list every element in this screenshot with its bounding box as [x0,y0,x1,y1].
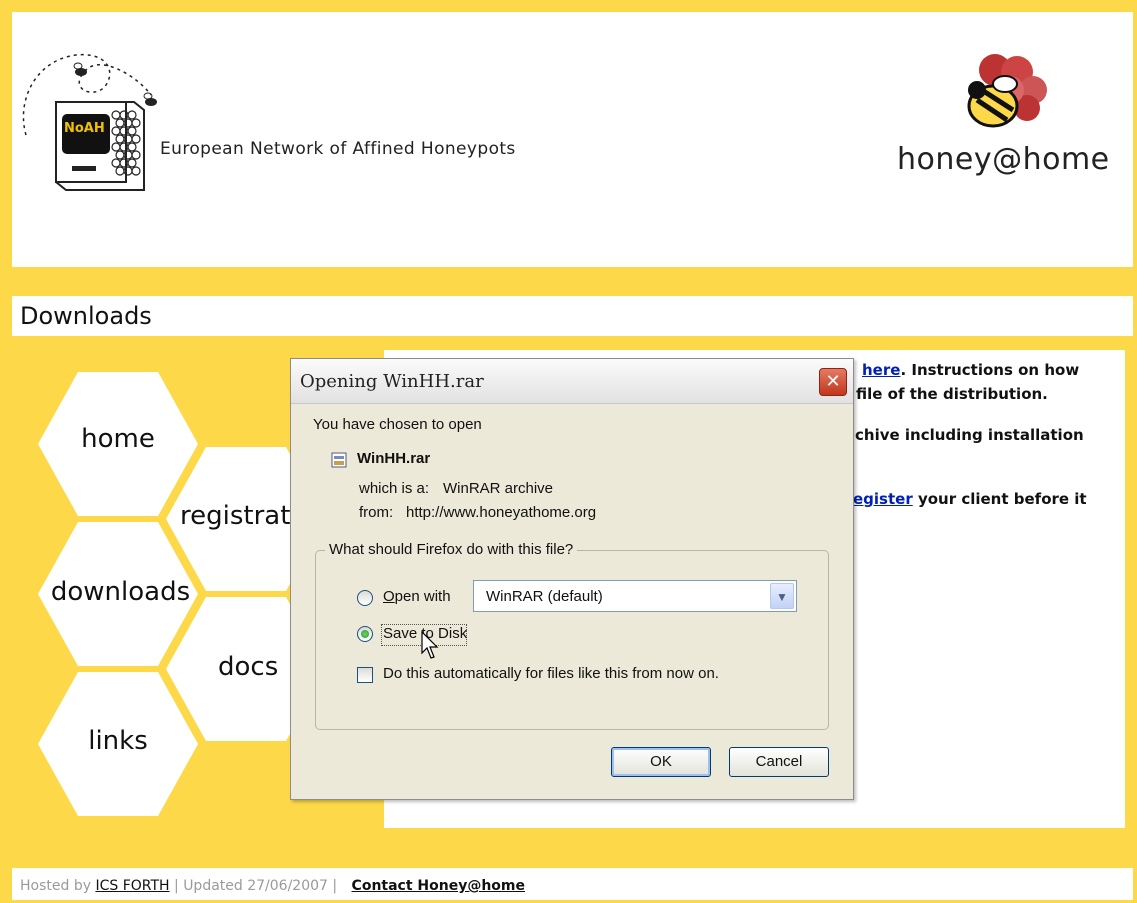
header-title: European Network of Affined Honeypots [160,139,516,159]
open-with-label-text: pen with [394,588,451,605]
footer-host-link[interactable]: ICS FORTH [95,878,169,894]
open-with-radio[interactable] [357,590,373,606]
chevron-down-icon[interactable]: ▼ [770,583,794,609]
content-line-2: file of the distribution. [856,385,1048,403]
close-icon: ✕ [825,371,841,392]
bee-icon [73,62,87,76]
download-dialog: Opening WinHH.rar ✕ You have chosen to o… [290,358,854,800]
ok-button[interactable]: OK [611,747,711,777]
section-title-bar [12,296,1133,336]
auto-action-checkbox[interactable] [357,667,373,683]
footer-hosted-by: Hosted by [20,878,91,894]
noah-logo-text: NoAH [64,121,105,136]
content-line-1-text: . Instructions on how [900,361,1080,379]
content-line-3: chive including installation [855,426,1084,444]
save-to-disk-radio[interactable] [357,626,373,642]
file-type-label: which is a: [359,480,430,497]
footer-separator: | [174,878,179,894]
cancel-button[interactable]: Cancel [729,747,829,777]
content-line-4-text: your client before it [912,490,1087,508]
open-with-app-select[interactable]: WinRAR (default) ▼ [473,580,797,612]
footer-text: Hosted by ICS FORTH | Updated 27/06/2007… [20,878,525,894]
noah-logo [22,53,157,191]
dialog-filename: WinHH.rar [357,450,431,467]
register-link[interactable]: egister [853,490,913,508]
nav-item-docs[interactable]: docs [218,652,278,682]
auto-action-label[interactable]: Do this automatically for files like thi… [383,665,719,682]
close-button[interactable]: ✕ [819,368,847,396]
footer-contact-link[interactable]: Contact Honey@home [352,878,525,894]
rar-file-icon [331,452,347,468]
nav-item-links[interactable]: links [38,726,198,756]
file-source-label: from: [359,504,394,521]
honey-at-home-logo [967,54,1047,128]
honey-at-home-logo-text: honey@home [897,142,1110,177]
open-with-label[interactable]: Open with [383,588,451,605]
content-line-1: here. Instructions on how [862,361,1079,379]
mouse-cursor-icon [421,631,439,659]
page-title: Downloads [20,302,152,330]
file-type-value: WinRAR archive [443,480,554,497]
dialog-titlebar[interactable]: Opening WinHH.rar ✕ [291,359,853,404]
action-group-label: What should Firefox do with this file? [325,541,578,558]
dialog-title: Opening WinHH.rar [300,371,484,392]
file-source-value: http://www.honeyathome.org [406,504,597,521]
footer-separator-2: | [332,878,338,894]
download-here-link[interactable]: here [862,361,900,379]
footer-updated: Updated 27/06/2007 [183,878,328,894]
open-with-app-value: WinRAR (default) [486,588,603,605]
content-line-4: egister your client before it [853,490,1087,508]
dialog-intro: You have chosen to open [313,416,482,433]
